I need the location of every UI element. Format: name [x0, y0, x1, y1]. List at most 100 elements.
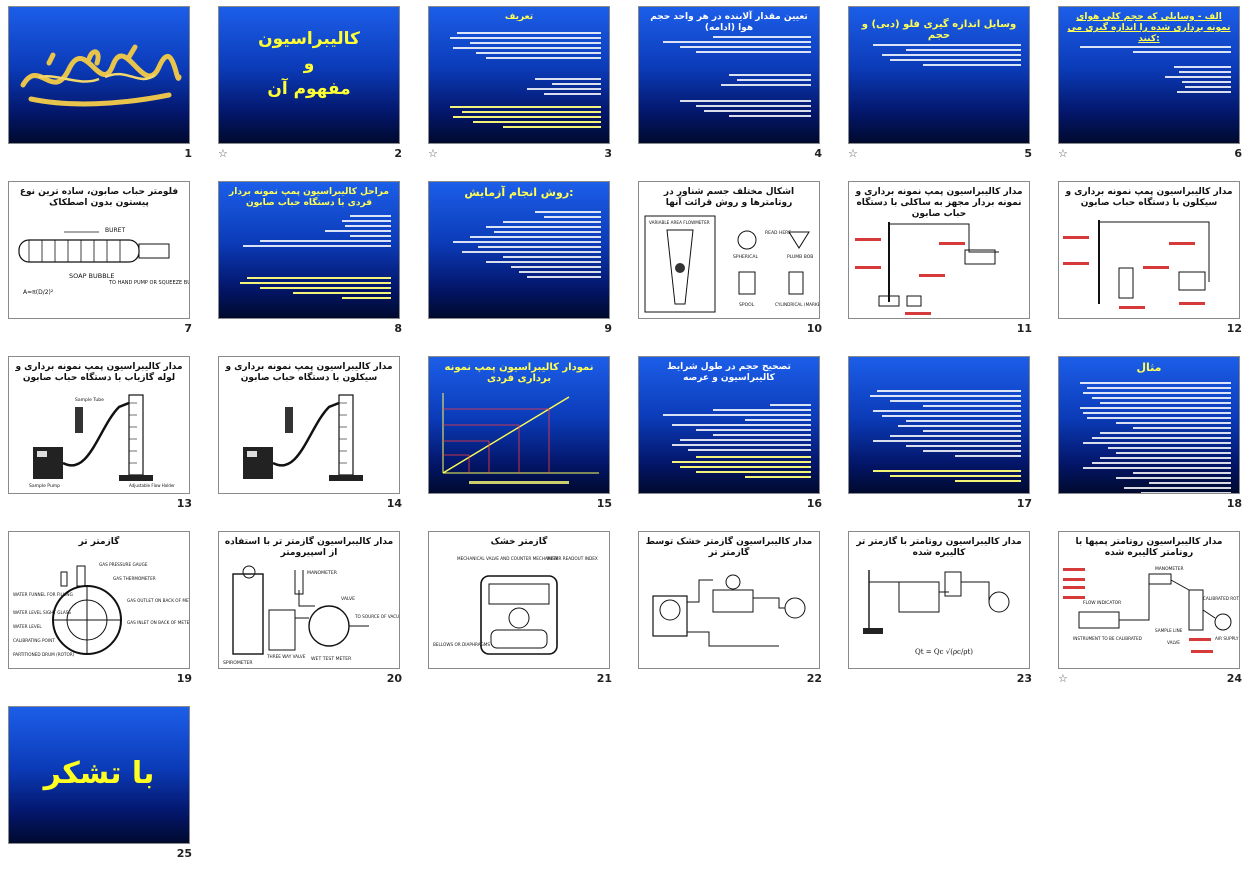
- diagram-label: WET TEST METER: [311, 656, 352, 662]
- slide-thumbnail[interactable]: تعیین مقدار آلاینده در هر واحد حجم هوا (…: [638, 6, 820, 144]
- transition-star-icon[interactable]: ☆: [428, 148, 438, 159]
- slide-thumbnail[interactable]: مدار کالیبراسیون گازمتر خشک توسط گازمتر …: [638, 531, 820, 669]
- calibration-circuit-diagram: [652, 574, 806, 647]
- slide-title: گازمتر تر: [78, 537, 120, 547]
- slide-title: وسایل اندازه گیری فلو (دبی) و حجم: [861, 19, 1017, 41]
- diagram-label: BURET: [105, 227, 125, 234]
- slide-thumbnail[interactable]: گازمتر تر GAS PRESSURE GAUGE GAS THERMOMET…: [8, 531, 190, 669]
- diagram-label: MANOMETER: [1155, 566, 1184, 572]
- transition-star-icon[interactable]: ☆: [1058, 148, 1068, 159]
- slide-thumbnail[interactable]: گازمتر خشک MECHANICAL VALVE AND COUNTER M…: [428, 531, 610, 669]
- slide-thumbnail[interactable]: مدار کالیبراسیون گازمتر تر با استفاده از…: [218, 531, 400, 669]
- diagram-label: FLOW INDICATOR: [1083, 600, 1121, 606]
- slide-thumbnail-cell[interactable]: گازمتر خشک MECHANICAL VALVE AND COUNTER M…: [420, 525, 630, 700]
- slide-thumbnail-cell[interactable]: مدار کالیبراسیون پمپ نمونه برداری و لوله…: [0, 350, 210, 525]
- slide-thumbnail-cell[interactable]: روش انجام آزمایش: 9: [420, 175, 630, 350]
- diagram-label: VALVE: [1167, 640, 1180, 645]
- slide-thumbnail[interactable]: مدار کالیبراسیون پمپ نمونه برداری و سیکل…: [1058, 181, 1240, 319]
- slide-title: روش انجام آزمایش:: [464, 186, 574, 199]
- slide-thumbnail[interactable]: مدار کالیبراسیون روتامتر پمپها با روتامت…: [1058, 531, 1240, 669]
- slide-thumbnail-cell[interactable]: کالیبراسیون و مفهوم آن 2 ☆: [210, 0, 420, 175]
- slide-number: 10: [806, 322, 822, 335]
- slide-thumbnail[interactable]: تصحیح حجم در طول شرایط کالیبراسیون و عرص…: [638, 356, 820, 494]
- slide-thumbnail[interactable]: فلومتر حباب صابون، ساده ترین نوع پیستون …: [8, 181, 190, 319]
- slide-number: 1: [184, 147, 192, 160]
- slide-thumbnail-cell[interactable]: مثال 18: [1050, 350, 1248, 525]
- calibration-chart: [442, 393, 599, 484]
- soap-bubble-flowmeter-diagram: BURET SOAP BUBBLETO HAND PUMP OR SQUEEZE …: [18, 227, 189, 296]
- slide-thumbnail-cell[interactable]: تعریف 3 ☆: [420, 0, 630, 175]
- diagram-label: AIR SUPPLY: [1215, 636, 1239, 641]
- slide-thumbnail[interactable]: [848, 356, 1030, 494]
- slide-thumbnail[interactable]: مدار کالیبراسیون روتامتر با گازمتر تر کا…: [848, 531, 1030, 669]
- text-placeholder: [647, 33, 811, 56]
- slide-thumbnail[interactable]: مراحل کالیبراسیون پمپ نمونه بردار فردی ب…: [218, 181, 400, 319]
- slide-thumbnail[interactable]: مثال: [1058, 356, 1240, 494]
- slide-thumbnail[interactable]: [8, 6, 190, 144]
- slide-thumbnail[interactable]: اشکال مختلف جسم شناور در روتامترها و روش…: [638, 181, 820, 319]
- diagram-label: Adjustable Flow Holder: [129, 483, 175, 488]
- slide-title: مراحل کالیبراسیون پمپ نمونه بردار فردی ب…: [229, 187, 389, 208]
- transition-star-icon[interactable]: ☆: [848, 148, 858, 159]
- pump-and-burette-diagram: Sample Tube Adjustable Flow Holder Sample …: [29, 394, 175, 489]
- transition-star-icon[interactable]: ☆: [1058, 673, 1068, 684]
- slide-title: مثال: [1136, 361, 1162, 374]
- text-placeholder: [647, 453, 811, 481]
- slide-number: 9: [604, 322, 612, 335]
- diagram-label: INSTRUMENT TO BE CALIBRATED: [1073, 636, 1142, 641]
- slide-thumbnail-cell[interactable]: مدار کالیبراسیون روتامتر با گازمتر تر کا…: [840, 525, 1050, 700]
- slide-title: نمودار کالیبراسیون پمپ نمونه برداری فردی: [444, 362, 594, 384]
- text-placeholder: [1067, 43, 1231, 56]
- slide-thumbnail-cell[interactable]: مدار کالیبراسیون گازمتر خشک توسط گازمتر …: [630, 525, 840, 700]
- slide-title: مدار کالیبراسیون روتامتر با گازمتر تر کا…: [856, 537, 1022, 558]
- calibration-circuit-diagram: [1063, 220, 1210, 309]
- diagram-label: THREE WAY VALVE: [266, 654, 306, 659]
- slide-thumbnail-cell[interactable]: مدار کالیبراسیون پمپ نمونه برداری و سیکل…: [1050, 175, 1248, 350]
- slide-thumbnail-cell[interactable]: با تشکر 25: [0, 700, 210, 875]
- wet-gas-meter-diagram: GAS PRESSURE GAUGE GAS THERMOMETER WATER F…: [13, 562, 189, 657]
- slide-thumbnail[interactable]: مدار کالیبراسیون پمپ نمونه برداری و نمون…: [848, 181, 1030, 319]
- slide-thumbnail-cell[interactable]: مدار کالیبراسیون پمپ نمونه برداری و نمون…: [840, 175, 1050, 350]
- slide-thumbnail[interactable]: با تشکر: [8, 706, 190, 844]
- slide-thumbnail[interactable]: نمودار کالیبراسیون پمپ نمونه برداری فردی: [428, 356, 610, 494]
- text-placeholder: [647, 97, 811, 120]
- slide-thumbnail-cell[interactable]: فلومتر حباب صابون، ساده ترین نوع پیستون …: [0, 175, 210, 350]
- slide-thumbnail-cell[interactable]: مدار کالیبراسیون پمپ نمونه برداری و سیکل…: [210, 350, 420, 525]
- slide-thumbnail-cell[interactable]: الف - وسایلی که حجم کلی هوای نمونه بردار…: [1050, 0, 1248, 175]
- slide-thumbnail-cell[interactable]: 17: [840, 350, 1050, 525]
- slide-thumbnail-cell[interactable]: تعیین مقدار آلاینده در هر واحد حجم هوا (…: [630, 0, 840, 175]
- slide-thumbnail-cell[interactable]: نمودار کالیبراسیون پمپ نمونه برداری فردی…: [420, 350, 630, 525]
- slide-number: 14: [386, 497, 402, 510]
- slide-thumbnail-cell[interactable]: اشکال مختلف جسم شناور در روتامترها و روش…: [630, 175, 840, 350]
- transition-star-icon[interactable]: ☆: [218, 148, 228, 159]
- slide-title: تعریف: [504, 12, 534, 22]
- slide-thumbnail[interactable]: کالیبراسیون و مفهوم آن: [218, 6, 400, 144]
- slide-thumbnail[interactable]: تعریف: [428, 6, 610, 144]
- slide-thumbnail-cell[interactable]: مراحل کالیبراسیون پمپ نمونه بردار فردی ب…: [210, 175, 420, 350]
- slide-thumbnail[interactable]: مدار کالیبراسیون پمپ نمونه برداری و سیکل…: [218, 356, 400, 494]
- slide-thumbnail[interactable]: الف - وسایلی که حجم کلی هوای نمونه بردار…: [1058, 6, 1240, 144]
- diagram-label: MANOMETER: [307, 570, 338, 576]
- slide-thumbnail-cell[interactable]: مدار کالیبراسیون روتامتر پمپها با روتامت…: [1050, 525, 1248, 700]
- slide-number: 21: [596, 672, 612, 685]
- slide-title: کالیبراسیون و مفهوم آن: [258, 29, 360, 99]
- slide-thumbnail-cell[interactable]: مدار کالیبراسیون گازمتر تر با استفاده از…: [210, 525, 420, 700]
- slide-thumbnail[interactable]: مدار کالیبراسیون پمپ نمونه برداری و لوله…: [8, 356, 190, 494]
- slide-thumbnail-cell[interactable]: وسایل اندازه گیری فلو (دبی) و حجم 5 ☆: [840, 0, 1050, 175]
- slide-title: مدار کالیبراسیون پمپ نمونه برداری و لوله…: [15, 362, 183, 383]
- diagram-label: SAMPLE LINE: [1155, 628, 1183, 633]
- diagram-label: A=π(D/2)²: [23, 289, 54, 296]
- slide-thumbnail-cell[interactable]: گازمتر تر GAS PRESSURE GAUGE GAS THERMOMET…: [0, 525, 210, 700]
- diagram-label: Sample Tube: [75, 397, 104, 403]
- slide-thumbnail-cell[interactable]: تصحیح حجم در طول شرایط کالیبراسیون و عرص…: [630, 350, 840, 525]
- diagram-label: CYLINDRICAL (MARKED): [775, 302, 819, 307]
- slide-number: 18: [1226, 497, 1242, 510]
- dry-gas-meter-diagram: MECHANICAL VALVE AND COUNTER MECHANISMME…: [433, 556, 598, 655]
- slide-thumbnail-cell[interactable]: 1: [0, 0, 210, 175]
- text-placeholder: [857, 41, 1021, 69]
- slide-thumbnail[interactable]: روش انجام آزمایش:: [428, 181, 610, 319]
- slide-thumbnail[interactable]: وسایل اندازه گیری فلو (دبی) و حجم: [848, 6, 1030, 144]
- formula-text: Qt = Qc √(ρc/ρt): [915, 648, 973, 656]
- diagram-label: MECHANICAL VALVE AND COUNTER MECHANISM: [457, 556, 559, 561]
- slide-number: 12: [1226, 322, 1242, 335]
